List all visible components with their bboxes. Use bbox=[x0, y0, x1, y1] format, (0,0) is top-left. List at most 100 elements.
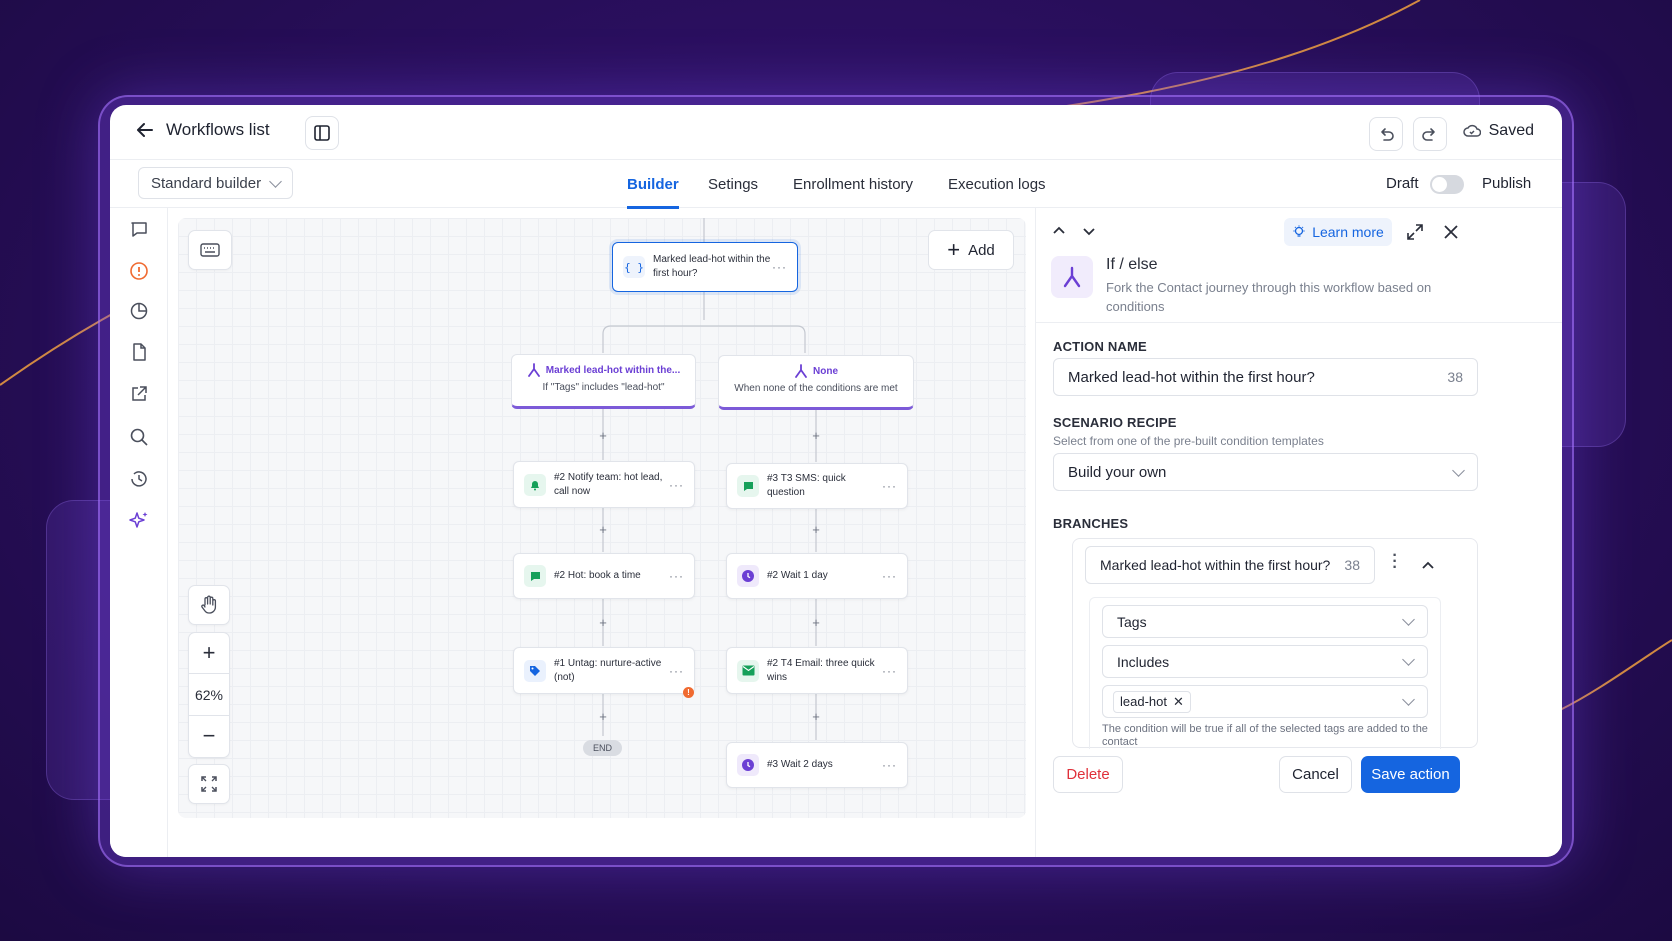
cancel-button[interactable]: Cancel bbox=[1279, 756, 1352, 793]
plus-icon: + bbox=[947, 237, 961, 262]
publish-label: Publish bbox=[1482, 175, 1532, 192]
delete-label: Delete bbox=[1066, 766, 1110, 783]
close-icon[interactable] bbox=[1443, 224, 1459, 240]
file-icon bbox=[133, 343, 146, 361]
workflow-canvas[interactable]: + Add { } Marked lead-hot within the fir… bbox=[178, 218, 1026, 818]
lightbulb-icon bbox=[1293, 225, 1305, 237]
tab-enrollment-history[interactable]: Enrollment history bbox=[793, 160, 913, 208]
delete-action-button[interactable]: Delete bbox=[1053, 756, 1123, 793]
maximize-icon[interactable] bbox=[1406, 223, 1424, 241]
zoom-in-button[interactable]: + bbox=[189, 633, 229, 675]
rail-history[interactable] bbox=[126, 466, 152, 492]
undo-button[interactable] bbox=[1369, 117, 1403, 151]
condition-group: Tags Includes lead-hot ✕ The condition w… bbox=[1089, 597, 1441, 749]
condition-tags-select[interactable]: lead-hot ✕ bbox=[1102, 685, 1428, 718]
node-menu-icon[interactable]: ··· bbox=[882, 664, 897, 678]
root-condition-node[interactable]: { } Marked lead-hot within the first hou… bbox=[612, 242, 798, 292]
node-menu-icon[interactable]: ··· bbox=[882, 569, 897, 583]
clock-icon bbox=[737, 754, 759, 776]
chevron-down-icon[interactable] bbox=[1081, 223, 1097, 239]
tab-bar: Standard builder Builder Setings Enrollm… bbox=[110, 160, 1562, 209]
draft-publish-toggle[interactable] bbox=[1430, 175, 1464, 194]
redo-button[interactable] bbox=[1413, 117, 1447, 151]
step-label: #2 T4 Email: three quick wins bbox=[767, 657, 875, 683]
remove-tag-icon[interactable]: ✕ bbox=[1173, 694, 1184, 710]
condition-help: The condition will be true if all of the… bbox=[1102, 723, 1428, 748]
step-node-email-wins[interactable]: #2 T4 Email: three quick wins ··· bbox=[726, 647, 908, 694]
chevron-down-icon bbox=[1452, 463, 1465, 477]
node-menu-icon[interactable]: ··· bbox=[669, 478, 684, 492]
rail-alerts[interactable] bbox=[126, 258, 152, 284]
chevron-up-icon[interactable] bbox=[1051, 223, 1067, 239]
draft-label: Draft bbox=[1386, 175, 1419, 192]
rail-documents[interactable] bbox=[126, 339, 152, 365]
rail-external[interactable] bbox=[126, 381, 152, 407]
node-menu-icon[interactable]: ··· bbox=[772, 260, 787, 274]
step-node-wait-1-day[interactable]: #2 Wait 1 day ··· bbox=[726, 553, 908, 599]
insert-step-button[interactable]: + bbox=[810, 615, 822, 630]
mail-icon bbox=[737, 659, 759, 682]
step-node-book-time[interactable]: #2 Hot: book a time ··· bbox=[513, 553, 695, 599]
insert-step-button[interactable]: + bbox=[810, 522, 822, 537]
branch-node-true[interactable]: Marked lead-hot within the... If "Tags" … bbox=[511, 354, 696, 409]
condition-field-select[interactable]: Tags bbox=[1102, 605, 1428, 638]
insert-step-button[interactable]: + bbox=[597, 615, 609, 630]
alert-circle-icon bbox=[130, 262, 148, 280]
redo-icon bbox=[1422, 128, 1435, 141]
rail-ai[interactable] bbox=[126, 508, 152, 534]
node-menu-icon[interactable]: ··· bbox=[882, 479, 897, 493]
condition-operator-select[interactable]: Includes bbox=[1102, 645, 1428, 678]
node-menu-icon[interactable]: ··· bbox=[669, 664, 684, 678]
insert-step-button[interactable]: + bbox=[597, 428, 609, 443]
step-node-notify-team[interactable]: #2 Notify team: hot lead, call now ··· bbox=[513, 461, 695, 508]
minus-icon: − bbox=[202, 723, 216, 749]
add-node-button[interactable]: + Add bbox=[928, 230, 1014, 270]
plus-icon: + bbox=[202, 640, 216, 666]
scenario-recipe-value: Build your own bbox=[1068, 463, 1167, 481]
tab-execution-logs[interactable]: Execution logs bbox=[948, 160, 1046, 208]
step-node-sms-question[interactable]: #3 T3 SMS: quick question ··· bbox=[726, 463, 908, 509]
zoom-out-button[interactable]: − bbox=[189, 716, 229, 757]
tab-enrollment-history-label: Enrollment history bbox=[793, 175, 914, 193]
branch-node-none[interactable]: None When none of the conditions are met bbox=[718, 355, 914, 410]
toggle-sidebar-button[interactable] bbox=[305, 116, 339, 150]
learn-more-button[interactable]: Learn more bbox=[1284, 218, 1392, 246]
fit-to-screen-button[interactable] bbox=[188, 764, 230, 804]
rail-comments[interactable] bbox=[126, 216, 152, 242]
action-name-input[interactable]: Marked lead-hot within the first hour? 3… bbox=[1053, 358, 1478, 396]
branch-true-subtitle: If "Tags" includes "lead-hot" bbox=[542, 382, 665, 393]
insert-step-button[interactable]: + bbox=[810, 709, 822, 724]
save-action-button[interactable]: Save action bbox=[1361, 756, 1460, 793]
branch-none-subtitle: When none of the conditions are met bbox=[734, 383, 898, 394]
chevron-up-icon[interactable] bbox=[1421, 559, 1435, 573]
step-label: #3 Wait 2 days bbox=[767, 759, 833, 770]
step-node-untag[interactable]: #1 Untag: nurture-active (not) ··· bbox=[513, 647, 695, 694]
builder-type-select[interactable]: Standard builder bbox=[138, 167, 293, 199]
sparkles-icon bbox=[129, 512, 148, 528]
character-count: 38 bbox=[1344, 557, 1360, 573]
more-vertical-icon[interactable]: · · · bbox=[1391, 548, 1399, 576]
cloud-check-icon bbox=[1462, 124, 1481, 137]
root-node-label: Marked lead-hot within the first hour? bbox=[653, 254, 771, 279]
keyboard-shortcuts-button[interactable] bbox=[188, 230, 232, 270]
scenario-recipe-select[interactable]: Build your own bbox=[1053, 453, 1478, 491]
pie-chart-icon bbox=[130, 302, 148, 320]
branch-name-value: Marked lead-hot within the first hour? bbox=[1100, 557, 1331, 573]
hand-icon bbox=[201, 595, 217, 614]
rail-analytics[interactable] bbox=[126, 298, 152, 324]
step-node-wait-2-days[interactable]: #3 Wait 2 days ··· bbox=[726, 742, 908, 788]
tab-builder[interactable]: Builder bbox=[627, 160, 679, 209]
back-to-workflows-link[interactable]: Workflows list bbox=[136, 120, 270, 140]
cancel-label: Cancel bbox=[1292, 766, 1339, 783]
node-menu-icon[interactable]: ··· bbox=[882, 758, 897, 772]
insert-step-button[interactable]: + bbox=[597, 522, 609, 537]
character-count: 38 bbox=[1447, 369, 1463, 385]
branch-name-input[interactable]: Marked lead-hot within the first hour? 3… bbox=[1085, 546, 1375, 584]
insert-step-button[interactable]: + bbox=[810, 428, 822, 443]
pan-tool-button[interactable] bbox=[188, 585, 230, 625]
insert-step-button[interactable]: + bbox=[597, 709, 609, 724]
step-label: #1 Untag: nurture-active (not) bbox=[554, 657, 662, 683]
node-menu-icon[interactable]: ··· bbox=[669, 569, 684, 583]
tab-settings[interactable]: Setings bbox=[708, 160, 758, 208]
rail-search[interactable] bbox=[126, 424, 152, 450]
